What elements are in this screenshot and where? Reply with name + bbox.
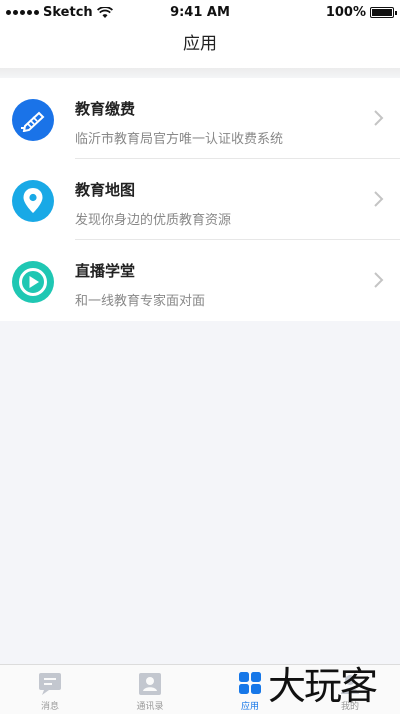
list-item-education-payment[interactable]: 教育缴费 临沂市教育局官方唯一认证收费系统 bbox=[0, 78, 400, 159]
chevron-right-icon bbox=[374, 110, 384, 126]
tab-label: 消息 bbox=[40, 702, 59, 712]
watermark-logo: 大玩客 bbox=[268, 664, 378, 708]
chevron-right-icon bbox=[374, 272, 384, 288]
list-item-subtitle: 临沂市教育局官方唯一认证收费系统 bbox=[75, 132, 284, 147]
page-title: 应用 bbox=[183, 34, 217, 54]
chevron-right-icon bbox=[374, 191, 384, 207]
content-background bbox=[0, 321, 400, 664]
app-list: 教育缴费 临沂市教育局官方唯一认证收费系统 教育地图 发现你身边的优质教育资源 … bbox=[0, 78, 400, 321]
tab-messages[interactable]: 消息 bbox=[0, 665, 100, 714]
tab-contacts[interactable]: 通讯录 bbox=[100, 665, 200, 714]
tab-label: 应用 bbox=[240, 702, 259, 712]
tab-label: 通讯录 bbox=[136, 702, 164, 712]
list-item-subtitle: 发现你身边的优质教育资源 bbox=[75, 213, 232, 228]
contacts-icon bbox=[139, 673, 161, 695]
list-item-live-classroom[interactable]: 直播学堂 和一线教育专家面对面 bbox=[0, 240, 400, 321]
status-bar: Sketch 9:41 AM 100% bbox=[0, 0, 400, 26]
battery-icon bbox=[370, 7, 397, 18]
apps-icon bbox=[239, 672, 261, 694]
play-icon bbox=[12, 261, 54, 303]
list-item-subtitle: 和一线教育专家面对面 bbox=[75, 294, 206, 309]
list-item-title: 教育缴费 bbox=[75, 100, 136, 118]
status-right: 100% bbox=[325, 5, 397, 20]
message-icon bbox=[39, 673, 61, 695]
map-pin-icon bbox=[12, 180, 54, 222]
list-item-education-map[interactable]: 教育地图 发现你身边的优质教育资源 bbox=[0, 159, 400, 240]
list-item-title: 直播学堂 bbox=[75, 262, 136, 280]
nav-divider bbox=[0, 68, 400, 78]
nav-bar: 应用 bbox=[0, 26, 400, 68]
battery-percent: 100% bbox=[325, 5, 366, 20]
list-item-title: 教育地图 bbox=[75, 181, 136, 199]
pen-icon bbox=[12, 99, 54, 141]
